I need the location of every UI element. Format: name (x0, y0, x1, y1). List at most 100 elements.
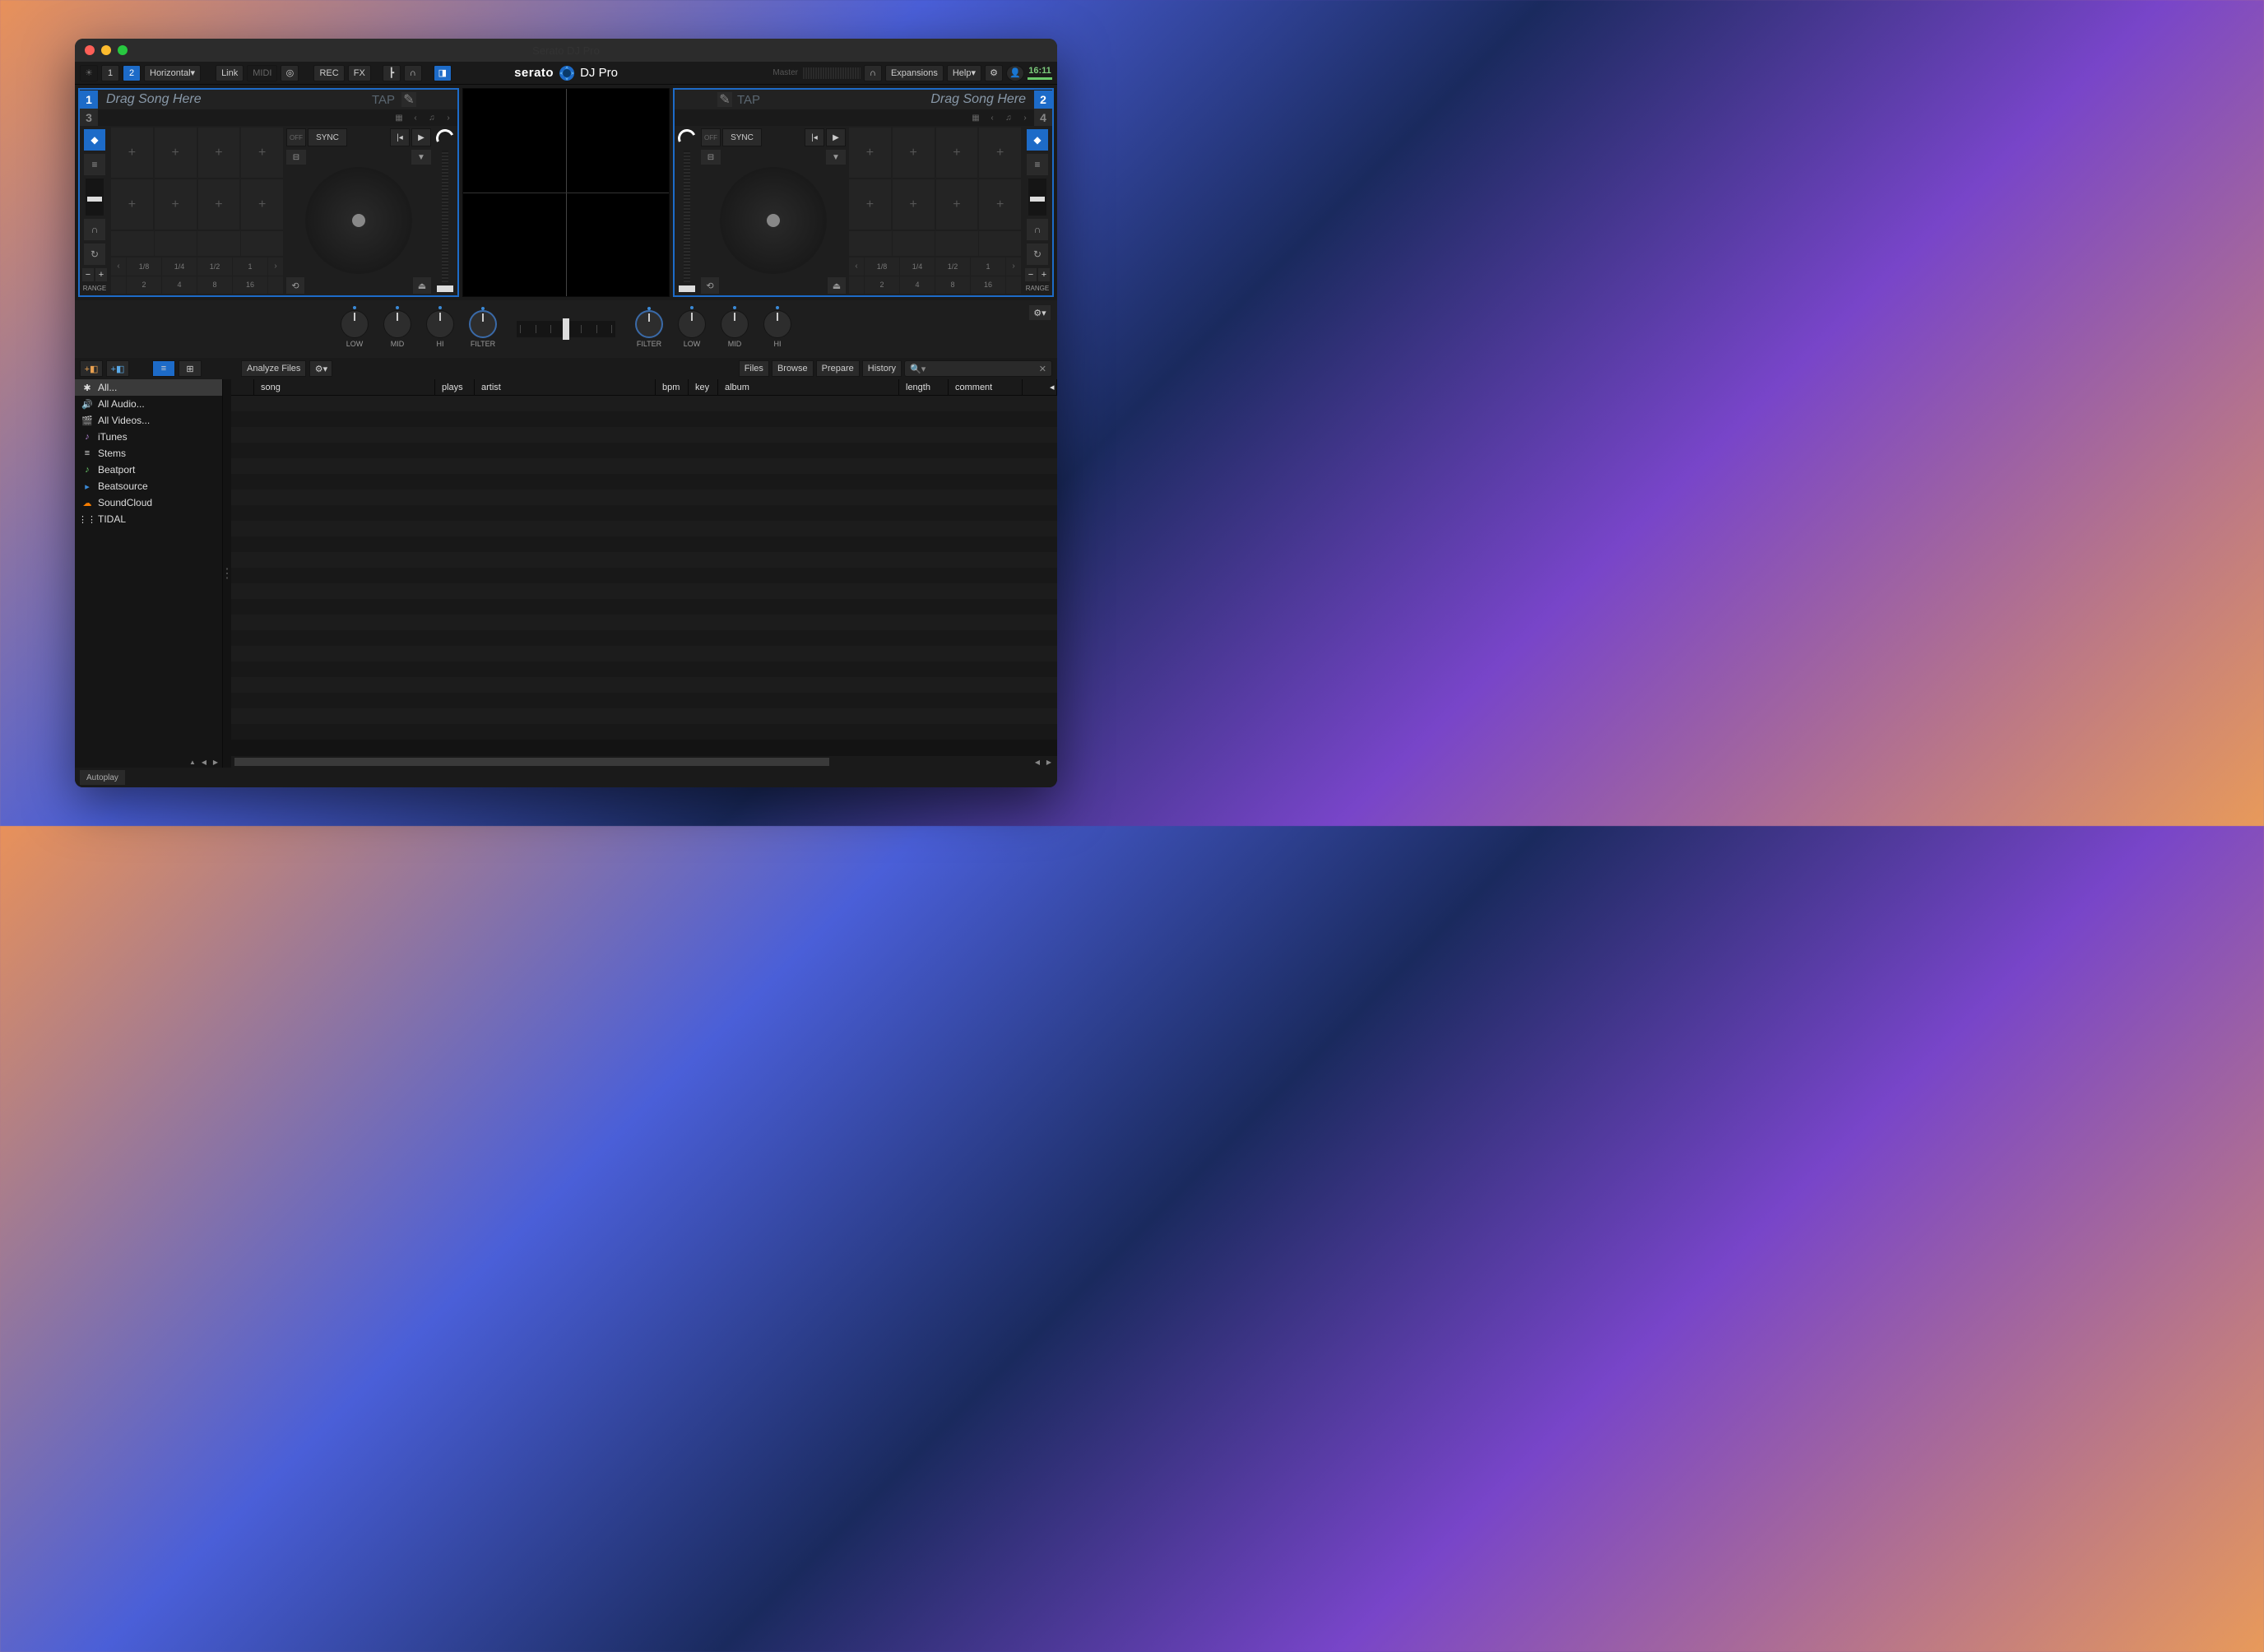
tap-button[interactable]: TAP (372, 93, 400, 107)
cue-marker-icon[interactable]: ◆ (84, 129, 105, 151)
slip-icon[interactable]: ⊟ (286, 150, 306, 165)
filter-knob[interactable] (469, 310, 497, 338)
track-row[interactable] (231, 693, 1057, 708)
music-icon[interactable]: ♫ (424, 110, 439, 125)
track-row[interactable] (231, 661, 1057, 677)
deck-1-number-active[interactable]: 1 (80, 90, 98, 109)
add-crate-icon[interactable]: +◧ (80, 360, 103, 377)
hotcue-pad[interactable]: + (849, 128, 891, 178)
next-icon[interactable]: › (441, 110, 456, 125)
prev-icon[interactable]: ‹ (408, 110, 423, 125)
waveform-overview-top[interactable] (463, 89, 669, 193)
skip-back-icon[interactable]: |◂ (390, 128, 410, 146)
loop-button[interactable]: 2 (127, 276, 161, 295)
pitch-plus[interactable]: + (95, 268, 107, 281)
headphone-icon[interactable]: ∩ (404, 65, 422, 81)
loop-button[interactable]: 1/4 (162, 258, 197, 276)
column-header-artist[interactable]: artist (475, 379, 656, 395)
hotcue-pad[interactable]: + (155, 179, 197, 230)
settings-icon[interactable]: ⚙ (985, 65, 1003, 81)
track-row[interactable] (231, 396, 1057, 411)
loop-button[interactable]: 16 (233, 276, 267, 295)
column-collapse-icon[interactable]: ◂ (1043, 379, 1057, 395)
loop-button[interactable]: 4 (162, 276, 197, 295)
help-dropdown[interactable]: Help ▾ (947, 65, 981, 81)
track-row[interactable] (231, 474, 1057, 490)
expansions-button[interactable]: Expansions (885, 65, 944, 81)
clear-search-icon[interactable]: ✕ (1039, 364, 1046, 374)
loop-button[interactable]: 1/8 (127, 258, 161, 276)
tab-history[interactable]: History (862, 360, 902, 377)
mid-knob[interactable] (383, 310, 411, 338)
dropdown-icon[interactable]: ▼ (826, 150, 846, 165)
track-row[interactable] (231, 583, 1057, 599)
keylock-icon[interactable]: ↻ (84, 244, 105, 265)
tab-browse[interactable]: Browse (772, 360, 814, 377)
pitch-minus[interactable]: − (82, 268, 94, 281)
music-icon[interactable]: ♫ (1001, 110, 1016, 125)
eject-icon[interactable]: ⏏ (828, 277, 846, 294)
channel-fader[interactable] (679, 285, 695, 292)
track-row[interactable] (231, 411, 1057, 427)
track-row[interactable] (231, 599, 1057, 615)
hi-knob[interactable] (763, 310, 791, 338)
hotcue-pad[interactable]: + (198, 128, 240, 178)
cue-marker-icon[interactable]: ◆ (1027, 129, 1048, 151)
headphone-cue-icon[interactable]: ∩ (84, 219, 105, 240)
sync-button[interactable]: SYNC (308, 128, 347, 146)
mid-knob[interactable] (721, 310, 749, 338)
deck-button-2[interactable]: 2 (123, 65, 141, 81)
day-night-icon[interactable]: ☀ (80, 65, 98, 81)
view-list-icon[interactable]: ≡ (152, 360, 175, 377)
jog-wheel[interactable] (305, 167, 412, 274)
loop-button[interactable]: 1/8 (865, 258, 899, 276)
track-row[interactable] (231, 536, 1057, 552)
hotcue-pad[interactable]: + (936, 128, 978, 178)
autoloop-slot[interactable] (241, 231, 284, 256)
hotcue-pad[interactable]: + (979, 179, 1021, 230)
hotcue-pad[interactable]: + (241, 128, 283, 178)
sync-off-button[interactable]: OFF (286, 128, 306, 146)
column-header-key[interactable]: key (689, 379, 718, 395)
slip-icon[interactable]: ⊟ (701, 150, 721, 165)
censor-icon[interactable]: ⟲ (701, 277, 719, 294)
hotcue-pad[interactable]: + (936, 179, 978, 230)
close-icon[interactable] (85, 45, 95, 55)
loop-button[interactable]: 1/4 (900, 258, 935, 276)
hotcue-pad[interactable]: + (849, 179, 891, 230)
grid-icon[interactable]: ▦ (392, 110, 406, 125)
track-row[interactable] (231, 552, 1057, 568)
sync-off-button[interactable]: OFF (701, 128, 721, 146)
track-row[interactable] (231, 677, 1057, 693)
next-icon[interactable]: › (1018, 110, 1032, 125)
shield-icon[interactable]: ◎ (281, 65, 299, 81)
crate-item-itunes[interactable]: ♪iTunes (75, 429, 222, 445)
crate-item-all-videos-[interactable]: 🎬All Videos... (75, 412, 222, 429)
sync-button[interactable]: SYNC (722, 128, 762, 146)
loop-prev-icon[interactable]: ‹ (849, 258, 864, 276)
track-rows[interactable] (231, 396, 1057, 756)
track-row[interactable] (231, 505, 1057, 521)
tap-button[interactable]: TAP (732, 93, 765, 107)
loop-button[interactable]: 1/2 (935, 258, 970, 276)
hotcue-pad[interactable]: + (979, 128, 1021, 178)
gain-arc-icon[interactable] (434, 127, 457, 150)
crate-item-tidal[interactable]: ⋮⋮TIDAL (75, 511, 222, 527)
track-row[interactable] (231, 521, 1057, 536)
censor-icon[interactable]: ⟲ (286, 277, 304, 294)
scroll-right-icon[interactable]: ▶ (211, 758, 220, 766)
loop-prev-icon[interactable]: ‹ (111, 258, 126, 276)
autoloop-slot[interactable] (197, 231, 240, 256)
low-knob[interactable] (678, 310, 706, 338)
waveform-overview-bottom[interactable] (463, 193, 669, 297)
scroll-up-icon[interactable]: ▲ (188, 758, 197, 766)
column-header-length[interactable]: length (899, 379, 949, 395)
track-row[interactable] (231, 443, 1057, 458)
autoloop-slot[interactable] (935, 231, 978, 256)
autoloop-slot[interactable] (111, 231, 154, 256)
analyze-settings-icon[interactable]: ⚙▾ (309, 360, 332, 377)
autoloop-slot[interactable] (893, 231, 935, 256)
crate-item-stems[interactable]: ≡Stems (75, 445, 222, 462)
range-label[interactable]: RANGE (1026, 285, 1049, 292)
crate-item-all-audio-[interactable]: 🔊All Audio... (75, 396, 222, 412)
